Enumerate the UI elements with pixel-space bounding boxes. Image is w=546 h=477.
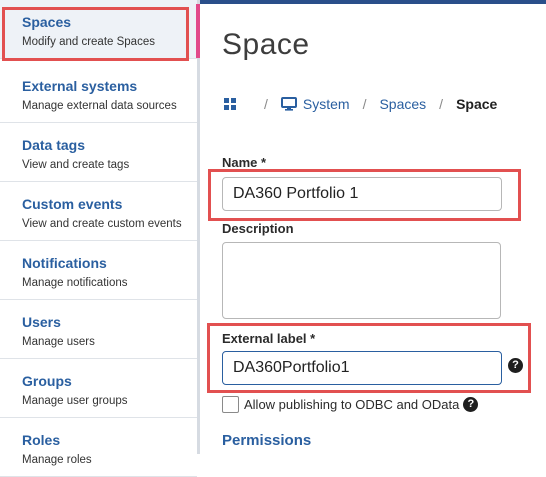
name-label: Name * bbox=[222, 155, 267, 170]
odbc-publish-row: Allow publishing to ODBC and OData ? bbox=[222, 396, 479, 413]
external-label-field[interactable] bbox=[222, 351, 502, 385]
help-icon[interactable]: ? bbox=[463, 397, 479, 412]
odbc-publish-checkbox[interactable] bbox=[222, 396, 239, 413]
breadcrumb-separator: / bbox=[362, 96, 367, 112]
sidebar-item-title: External systems bbox=[22, 78, 138, 94]
description-field[interactable] bbox=[222, 242, 501, 319]
sidebar-item-external-systems[interactable]: External systems Manage external data so… bbox=[0, 64, 197, 123]
breadcrumb-system[interactable]: System bbox=[303, 96, 350, 112]
sidebar-item-subtitle: Manage external data sources bbox=[22, 100, 177, 112]
sidebar-item-subtitle: View and create custom events bbox=[22, 218, 182, 230]
breadcrumb-separator: / bbox=[264, 96, 268, 112]
breadcrumb-current: Space bbox=[456, 96, 498, 112]
sidebar-item-subtitle: Modify and create Spaces bbox=[22, 36, 155, 48]
sidebar-item-users[interactable]: Users Manage users bbox=[0, 300, 197, 359]
sidebar-item-title: Spaces bbox=[22, 14, 72, 30]
sidebar-item-data-tags[interactable]: Data tags View and create tags bbox=[0, 123, 197, 182]
help-icon[interactable]: ? bbox=[508, 358, 523, 373]
sidebar-item-notifications[interactable]: Notifications Manage notifications bbox=[0, 241, 197, 300]
top-bar bbox=[200, 0, 546, 4]
sidebar: Spaces Modify and create Spaces External… bbox=[0, 0, 200, 477]
page-title: Space bbox=[222, 28, 310, 61]
sidebar-item-roles[interactable]: Roles Manage roles bbox=[0, 418, 197, 477]
breadcrumb-separator: / bbox=[439, 96, 444, 112]
permissions-heading: Permissions bbox=[222, 432, 312, 449]
sidebar-item-title: Notifications bbox=[22, 255, 107, 271]
sidebar-item-title: Roles bbox=[22, 432, 61, 448]
sidebar-item-groups[interactable]: Groups Manage user groups bbox=[0, 359, 197, 418]
name-field[interactable] bbox=[222, 177, 502, 211]
sidebar-item-title: Users bbox=[22, 314, 61, 330]
breadcrumb-spaces[interactable]: Spaces bbox=[379, 96, 426, 112]
sidebar-item-spaces[interactable]: Spaces Modify and create Spaces bbox=[0, 0, 197, 59]
sidebar-item-subtitle: Manage notifications bbox=[22, 277, 128, 289]
monitor-icon bbox=[280, 97, 297, 111]
active-item-marker bbox=[196, 4, 200, 58]
sidebar-item-title: Custom events bbox=[22, 196, 123, 212]
odbc-publish-label: Allow publishing to ODBC and OData bbox=[244, 397, 460, 412]
sidebar-item-title: Groups bbox=[22, 373, 72, 389]
sidebar-item-title: Data tags bbox=[22, 137, 86, 153]
description-label: Description bbox=[222, 221, 294, 236]
sidebar-item-subtitle: Manage users bbox=[22, 336, 95, 348]
sidebar-item-subtitle: Manage roles bbox=[22, 454, 92, 466]
grid-icon[interactable] bbox=[224, 97, 237, 111]
sidebar-item-subtitle: Manage user groups bbox=[22, 395, 128, 407]
sidebar-item-custom-events[interactable]: Custom events View and create custom eve… bbox=[0, 182, 197, 241]
external-label-label: External label * bbox=[222, 331, 316, 346]
sidebar-item-subtitle: View and create tags bbox=[22, 159, 130, 171]
breadcrumb: / System / Spaces / Space bbox=[224, 94, 497, 114]
